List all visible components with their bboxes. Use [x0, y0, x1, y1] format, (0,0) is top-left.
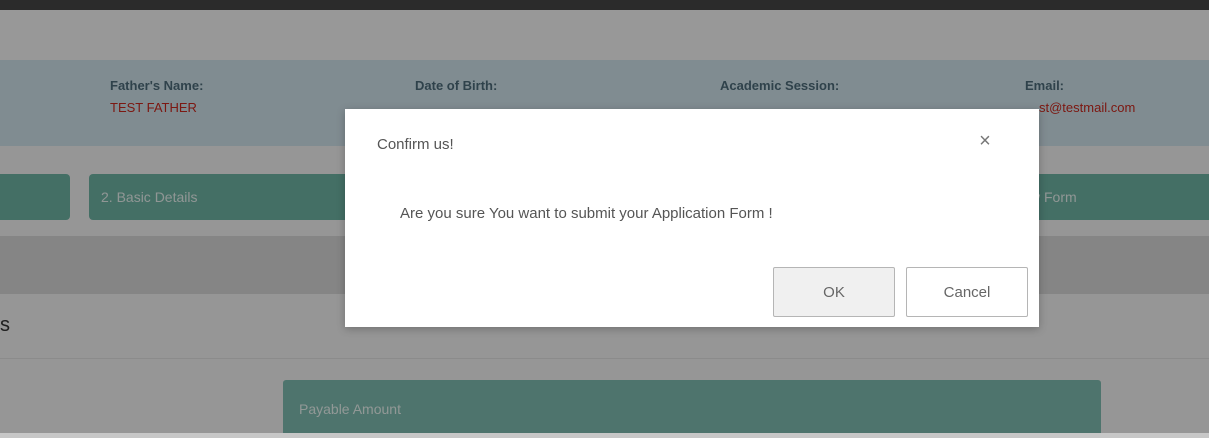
top-bar	[0, 0, 1209, 10]
ok-button[interactable]: OK	[773, 267, 895, 317]
cancel-button[interactable]: Cancel	[906, 267, 1028, 317]
dialog-message: Are you sure You want to submit your App…	[400, 205, 773, 222]
confirm-dialog: Confirm us! × Are you sure You want to s…	[345, 109, 1039, 327]
dialog-title: Confirm us!	[377, 136, 454, 153]
close-icon[interactable]: ×	[975, 131, 995, 151]
